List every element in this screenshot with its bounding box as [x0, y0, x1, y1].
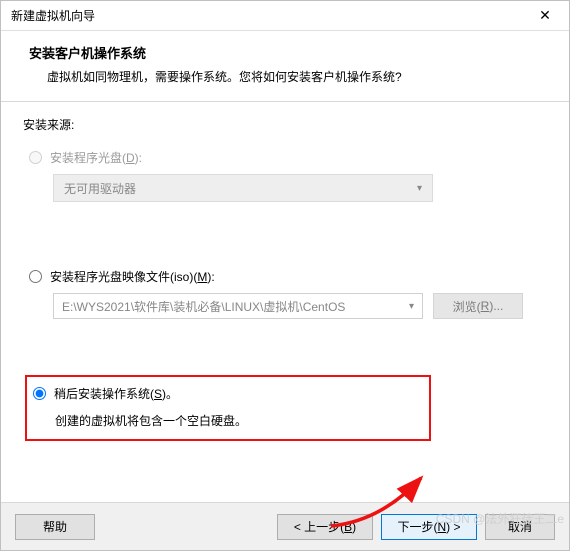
header-subtitle: 虚拟机如同物理机，需要操作系统。您将如何安装客户机操作系统? — [47, 68, 549, 85]
header-title: 安装客户机操作系统 — [29, 43, 549, 62]
iso-path-input[interactable]: E:\WYS2021\软件库\装机必备\LINUX\虚拟机\CentOS ▾ — [53, 293, 423, 319]
chevron-down-icon: ▾ — [417, 183, 422, 194]
radio-later-input[interactable] — [33, 387, 46, 400]
back-button[interactable]: < 上一步(B) — [277, 514, 373, 540]
titlebar: 新建虚拟机向导 ✕ — [1, 1, 569, 31]
radio-disc-input[interactable] — [29, 151, 42, 164]
window-title: 新建虚拟机向导 — [11, 7, 95, 24]
wizard-window: 新建虚拟机向导 ✕ 安装客户机操作系统 虚拟机如同物理机，需要操作系统。您将如何… — [0, 0, 570, 551]
iso-path-row: E:\WYS2021\软件库\装机必备\LINUX\虚拟机\CentOS ▾ 浏… — [29, 293, 547, 319]
close-button[interactable]: ✕ — [525, 3, 565, 29]
watermark: CSDN @法外狂徒王二e — [436, 510, 564, 527]
later-description: 创建的虚拟机将包含一个空白硬盘。 — [55, 412, 417, 429]
radio-later-label: 稍后安装操作系统(S)。 — [54, 385, 178, 402]
wizard-content: 安装来源: 安装程序光盘(D): 无可用驱动器 ▾ 安装程序光盘映像文件(iso… — [1, 102, 569, 502]
radio-iso-label: 安装程序光盘映像文件(iso)(M): — [50, 268, 215, 285]
radio-disc-label: 安装程序光盘(D): — [50, 149, 142, 166]
disc-drive-dropdown[interactable]: 无可用驱动器 ▾ — [53, 174, 433, 202]
close-icon: ✕ — [539, 7, 551, 24]
source-label: 安装来源: — [23, 116, 547, 133]
chevron-down-icon: ▾ — [409, 301, 414, 312]
iso-path-value: E:\WYS2021\软件库\装机必备\LINUX\虚拟机\CentOS — [62, 298, 345, 315]
dropdown-value: 无可用驱动器 — [64, 180, 136, 197]
highlight-annotation: 稍后安装操作系统(S)。 创建的虚拟机将包含一个空白硬盘。 — [25, 375, 431, 441]
radio-iso-input[interactable] — [29, 270, 42, 283]
radio-option-disc[interactable]: 安装程序光盘(D): — [29, 149, 547, 166]
browse-button[interactable]: 浏览(R)... — [433, 293, 523, 319]
radio-option-iso[interactable]: 安装程序光盘映像文件(iso)(M): — [29, 268, 547, 285]
wizard-header: 安装客户机操作系统 虚拟机如同物理机，需要操作系统。您将如何安装客户机操作系统? — [1, 31, 569, 102]
help-button[interactable]: 帮助 — [15, 514, 95, 540]
radio-option-later[interactable]: 稍后安装操作系统(S)。 — [33, 385, 417, 402]
